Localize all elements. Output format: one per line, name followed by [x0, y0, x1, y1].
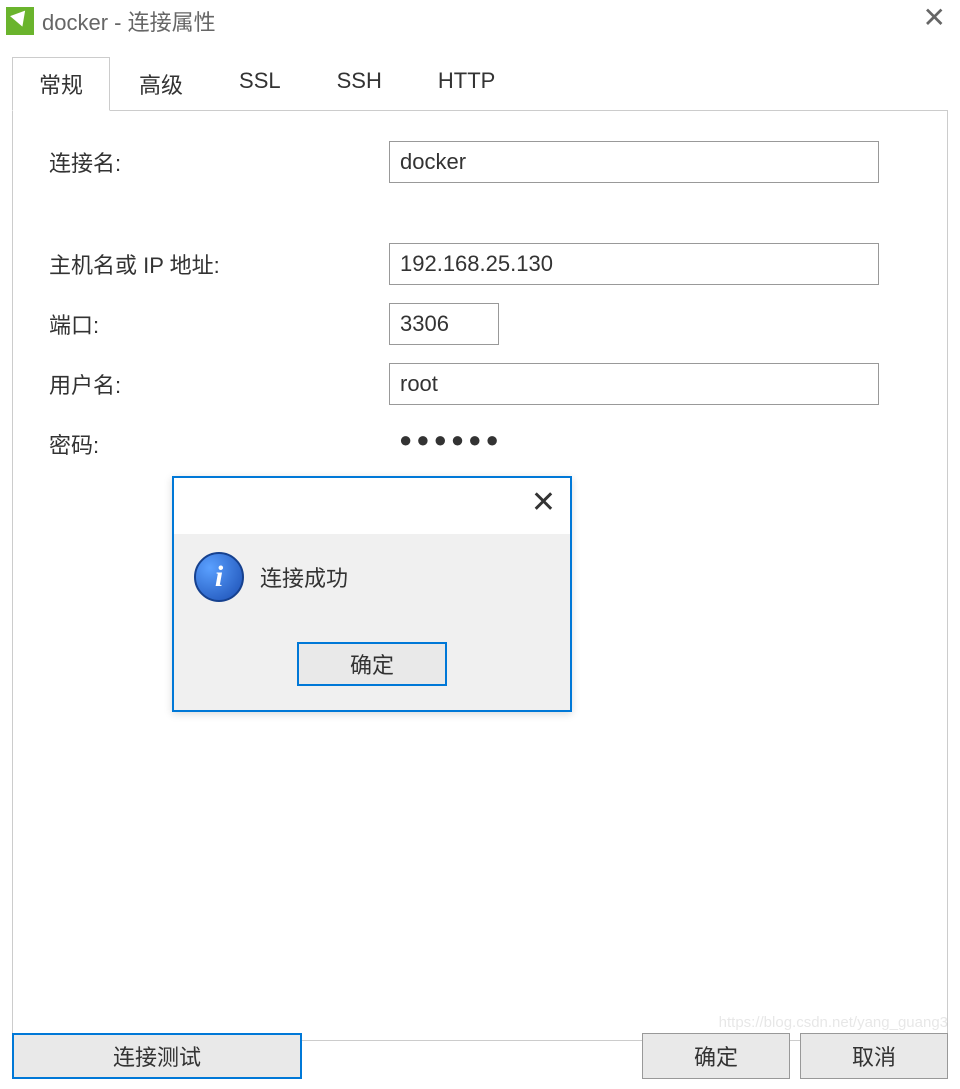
- tab-bar: 常规 高级 SSL SSH HTTP: [12, 56, 948, 111]
- dialog-body: i 连接成功 确定: [174, 534, 570, 710]
- row-username: 用户名:: [49, 363, 911, 405]
- password-label: 密码:: [49, 428, 389, 460]
- test-connection-button[interactable]: 连接测试: [12, 1033, 302, 1079]
- dialog-ok-button[interactable]: 确定: [297, 642, 447, 686]
- password-input[interactable]: ●●●●●●: [389, 423, 879, 465]
- cancel-button[interactable]: 取消: [800, 1033, 948, 1079]
- row-port: 端口:: [49, 303, 911, 345]
- port-label: 端口:: [49, 308, 389, 340]
- username-label: 用户名:: [49, 368, 389, 400]
- dialog-message-row: i 连接成功: [194, 552, 550, 602]
- connection-name-input[interactable]: [389, 141, 879, 183]
- row-password: 密码: ●●●●●●: [49, 423, 911, 465]
- tab-ssh[interactable]: SSH: [310, 57, 409, 111]
- dialog-message: 连接成功: [260, 561, 348, 593]
- tab-ssl[interactable]: SSL: [212, 57, 308, 111]
- connection-name-label: 连接名:: [49, 146, 389, 178]
- tab-general[interactable]: 常规: [12, 57, 110, 111]
- dialog-close-icon[interactable]: ✕: [531, 488, 556, 518]
- username-input[interactable]: [389, 363, 879, 405]
- app-logo-icon: [6, 7, 34, 35]
- row-host: 主机名或 IP 地址:: [49, 243, 911, 285]
- tab-advanced[interactable]: 高级: [112, 57, 210, 111]
- close-icon[interactable]: ✕: [923, 4, 946, 32]
- tab-http[interactable]: HTTP: [411, 57, 522, 111]
- dialog-titlebar: ✕: [174, 478, 570, 534]
- host-label: 主机名或 IP 地址:: [49, 248, 389, 280]
- info-icon: i: [194, 552, 244, 602]
- right-button-group: 确定 取消: [642, 1033, 948, 1079]
- host-input[interactable]: [389, 243, 879, 285]
- row-connection-name: 连接名:: [49, 141, 911, 183]
- message-dialog: ✕ i 连接成功 确定: [172, 476, 572, 712]
- title-bar: docker - 连接属性 ✕: [0, 0, 960, 42]
- window-title: docker - 连接属性: [42, 5, 216, 37]
- bottom-button-bar: 连接测试 确定 取消: [12, 1033, 948, 1079]
- ok-button[interactable]: 确定: [642, 1033, 790, 1079]
- port-input[interactable]: [389, 303, 499, 345]
